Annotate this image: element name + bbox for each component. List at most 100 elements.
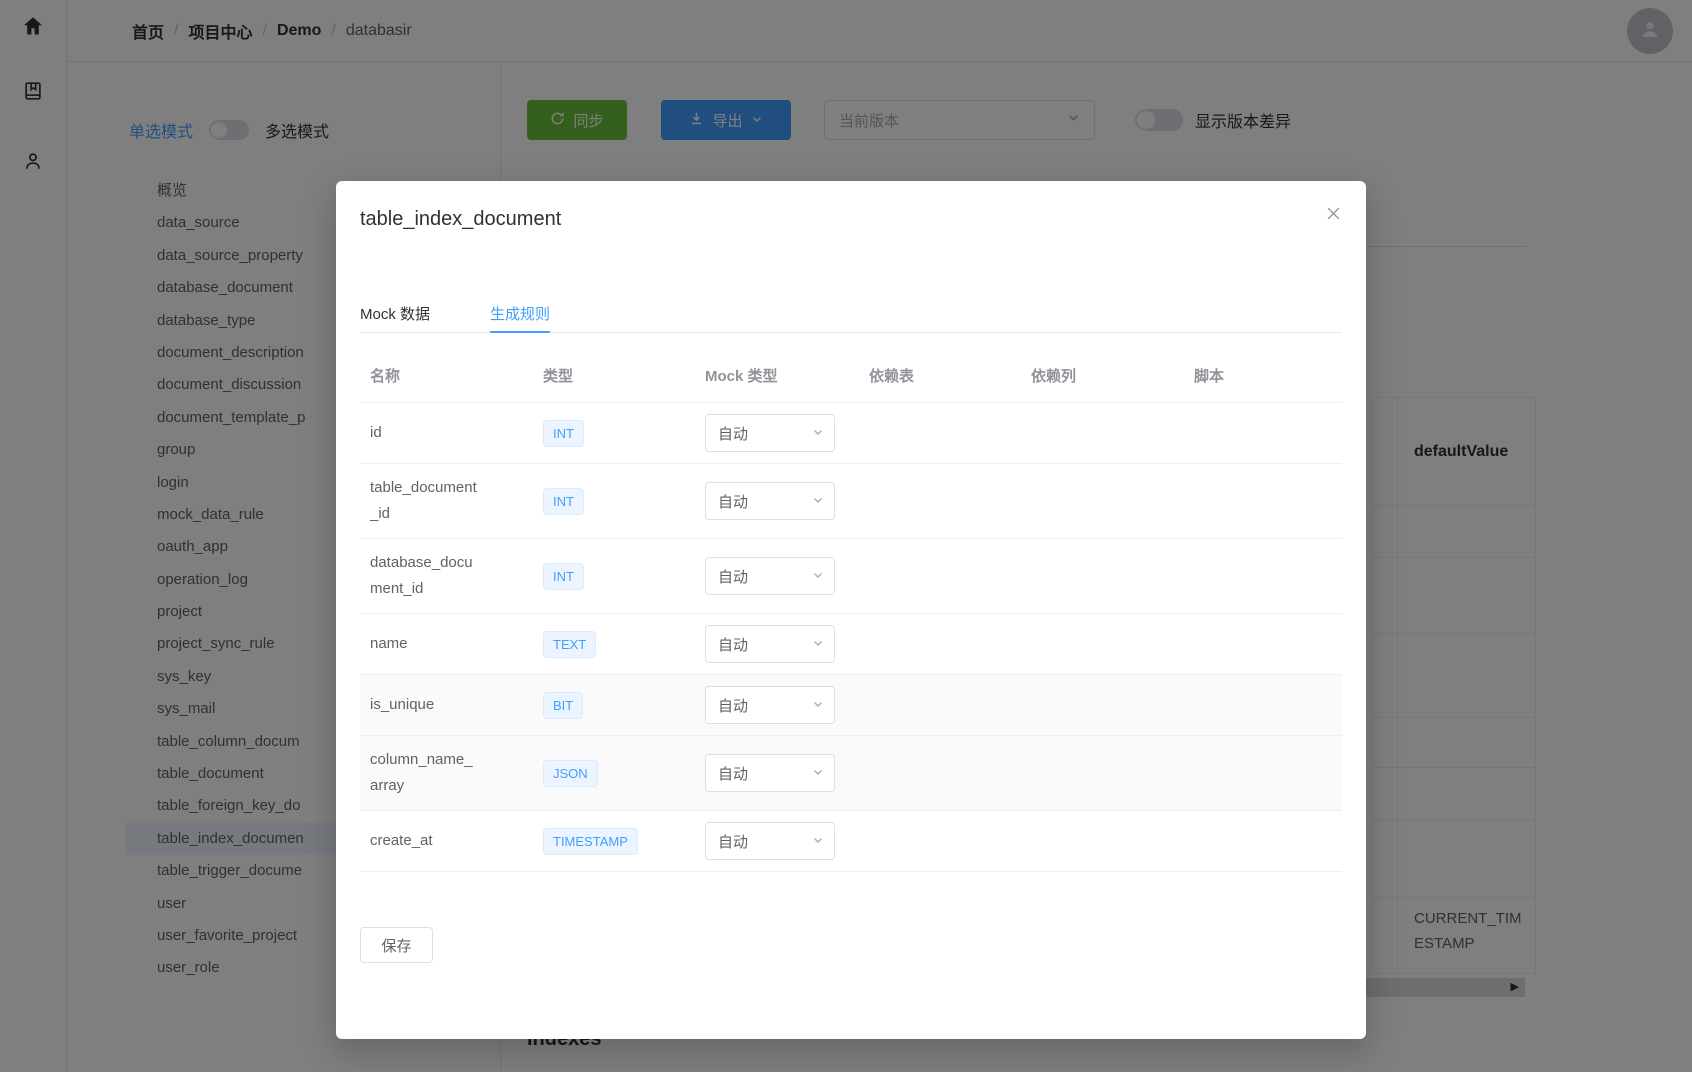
column-type-cell: TIMESTAMP [543, 811, 705, 872]
column-header: 依赖列 [1031, 345, 1194, 403]
chevron-down-icon [812, 425, 824, 442]
mock-type-cell: 自动 [705, 539, 869, 614]
script-cell [1194, 675, 1342, 736]
save-button[interactable]: 保存 [360, 927, 433, 963]
mock-type-value: 自动 [718, 695, 748, 716]
dependent-column-cell [1031, 736, 1194, 811]
type-badge: TEXT [543, 631, 596, 658]
column-name-cell: is_unique [360, 675, 543, 736]
close-icon [1325, 205, 1342, 227]
type-badge: BIT [543, 692, 583, 719]
column-name: is_unique [370, 692, 480, 718]
column-type-cell: INT [543, 539, 705, 614]
close-button[interactable] [1322, 205, 1344, 227]
column-type-cell: INT [543, 464, 705, 539]
tab-generate-rule[interactable]: 生成规则 [490, 294, 550, 332]
mock-type-select[interactable]: 自动 [705, 414, 835, 452]
mock-type-cell: 自动 [705, 675, 869, 736]
modal-title: table_index_document [360, 208, 561, 231]
column-header: Mock 类型 [705, 345, 869, 403]
chevron-down-icon [812, 493, 824, 510]
column-name-cell: name [360, 614, 543, 675]
chevron-down-icon [812, 833, 824, 850]
dependent-column-cell [1031, 539, 1194, 614]
column-name: database_document_id [370, 550, 480, 602]
column-name: id [370, 420, 480, 446]
column-name: create_at [370, 828, 480, 854]
type-badge: INT [543, 563, 584, 590]
mock-type-value: 自动 [718, 634, 748, 655]
table-row: name TEXT 自动 [360, 614, 1342, 675]
table-row: id INT 自动 [360, 403, 1342, 464]
dependent-column-cell [1031, 464, 1194, 539]
table-row: column_name_array JSON 自动 [360, 736, 1342, 811]
mock-type-select[interactable]: 自动 [705, 822, 835, 860]
mock-type-value: 自动 [718, 566, 748, 587]
mock-rule-table: 名称类型Mock 类型依赖表依赖列脚本 idINT自动table_documen… [360, 345, 1342, 872]
mock-type-cell: 自动 [705, 811, 869, 872]
table-row: create_at TIMESTAMP 自动 [360, 811, 1342, 872]
dependent-table-cell [869, 736, 1031, 811]
modal-tabs: Mock 数据 生成规则 [360, 294, 1342, 333]
script-cell [1194, 464, 1342, 539]
column-header: 依赖表 [869, 345, 1031, 403]
column-type-cell: TEXT [543, 614, 705, 675]
mock-type-select[interactable]: 自动 [705, 482, 835, 520]
dependent-column-cell [1031, 403, 1194, 464]
mock-type-value: 自动 [718, 491, 748, 512]
dependent-column-cell [1031, 811, 1194, 872]
dependent-table-cell [869, 403, 1031, 464]
column-type-cell: BIT [543, 675, 705, 736]
mock-type-cell: 自动 [705, 614, 869, 675]
type-badge: INT [543, 420, 584, 447]
dependent-column-cell [1031, 614, 1194, 675]
mock-type-value: 自动 [718, 831, 748, 852]
mock-type-cell: 自动 [705, 403, 869, 464]
mock-type-select[interactable]: 自动 [705, 557, 835, 595]
column-type-cell: INT [543, 403, 705, 464]
dependent-table-cell [869, 811, 1031, 872]
column-name-cell: database_document_id [360, 539, 543, 614]
script-cell [1194, 811, 1342, 872]
script-cell [1194, 403, 1342, 464]
chevron-down-icon [812, 636, 824, 653]
script-cell [1194, 736, 1342, 811]
script-cell [1194, 539, 1342, 614]
table-detail-modal: table_index_document Mock 数据生成规则 名称类型Moc… [336, 181, 1366, 1039]
column-name-cell: create_at [360, 811, 543, 872]
column-header: 名称 [360, 345, 543, 403]
dependent-column-cell [1031, 675, 1194, 736]
chevron-down-icon [812, 765, 824, 782]
mock-type-select[interactable]: 自动 [705, 686, 835, 724]
mock-type-cell: 自动 [705, 736, 869, 811]
mock-type-select[interactable]: 自动 [705, 625, 835, 663]
mock-type-cell: 自动 [705, 464, 869, 539]
dependent-table-cell [869, 464, 1031, 539]
column-name-cell: id [360, 403, 543, 464]
type-badge: JSON [543, 760, 598, 787]
column-name-cell: table_document_id [360, 464, 543, 539]
column-name: table_document_id [370, 475, 480, 527]
table-header-row: 名称类型Mock 类型依赖表依赖列脚本 [360, 345, 1342, 403]
tab-mock-data[interactable]: Mock 数据 [360, 294, 430, 332]
dependent-table-cell [869, 539, 1031, 614]
script-cell [1194, 614, 1342, 675]
type-badge: TIMESTAMP [543, 828, 638, 855]
dependent-table-cell [869, 675, 1031, 736]
table-row: is_unique BIT 自动 [360, 675, 1342, 736]
type-badge: INT [543, 488, 584, 515]
column-name: column_name_array [370, 747, 480, 799]
table-body: idINT自动table_document_idINT自动database_do… [360, 403, 1342, 872]
mock-type-value: 自动 [718, 423, 748, 444]
mock-type-select[interactable]: 自动 [705, 754, 835, 792]
column-header: 脚本 [1194, 345, 1342, 403]
column-name: name [370, 631, 480, 657]
column-header: 类型 [543, 345, 705, 403]
table-row: database_document_id INT 自动 [360, 539, 1342, 614]
chevron-down-icon [812, 697, 824, 714]
mock-type-value: 自动 [718, 763, 748, 784]
dependent-table-cell [869, 614, 1031, 675]
column-name-cell: column_name_array [360, 736, 543, 811]
chevron-down-icon [812, 568, 824, 585]
table-row: table_document_id INT 自动 [360, 464, 1342, 539]
